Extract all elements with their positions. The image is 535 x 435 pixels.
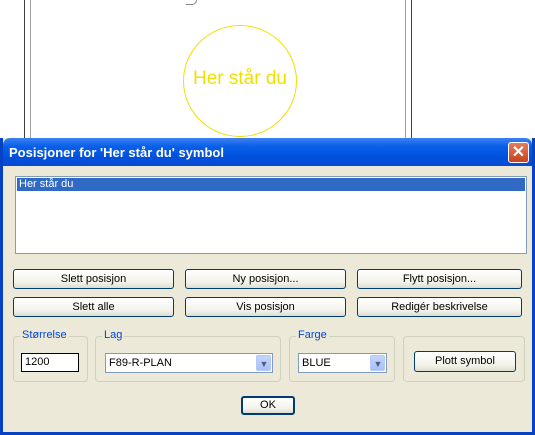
color-select-value: BLUE: [302, 357, 331, 369]
dialog-titlebar[interactable]: Posisjoner for 'Her står du' symbol ✕: [3, 138, 532, 166]
color-dropdown-button[interactable]: ▼: [370, 355, 385, 371]
dialog-title: Posisjoner for 'Her står du' symbol: [9, 145, 224, 160]
plot-symbol-button[interactable]: Plott symbol: [414, 351, 516, 372]
close-button[interactable]: ✕: [508, 142, 529, 163]
show-position-button[interactable]: Vis posisjon: [185, 297, 346, 317]
positions-dialog: Posisjoner for 'Her står du' symbol ✕ He…: [0, 138, 535, 435]
edit-description-button[interactable]: Redigér beskrivelse: [357, 297, 522, 317]
color-select[interactable]: BLUE ▼: [298, 353, 387, 373]
color-group: Farge BLUE ▼: [289, 329, 395, 382]
size-group-label: Størrelse: [20, 329, 69, 341]
chevron-down-icon: ▼: [259, 359, 269, 369]
layer-select-value: F89-R-PLAN: [109, 357, 172, 369]
chevron-down-icon: ▼: [373, 359, 383, 369]
layer-dropdown-button[interactable]: ▼: [256, 355, 271, 371]
close-icon: ✕: [511, 144, 526, 161]
color-group-label: Farge: [296, 329, 329, 341]
size-group: Størrelse 1200: [13, 329, 88, 382]
layer-group: Lag F89-R-PLAN ▼: [95, 329, 281, 382]
plot-group: Plott symbol: [403, 336, 525, 382]
size-input[interactable]: 1200: [21, 353, 79, 372]
delete-position-button[interactable]: Slett posisjon: [13, 269, 174, 289]
delete-all-button[interactable]: Slett alle: [13, 297, 174, 317]
ok-button[interactable]: OK: [241, 396, 295, 415]
new-position-button[interactable]: Ny posisjon...: [185, 269, 346, 289]
positions-list[interactable]: Her står du: [15, 176, 527, 254]
layer-group-label: Lag: [102, 329, 125, 341]
layer-select[interactable]: F89-R-PLAN ▼: [105, 353, 273, 373]
symbol-label: Her står du: [193, 68, 287, 89]
list-item[interactable]: Her står du: [17, 178, 525, 191]
move-position-button[interactable]: Flytt posisjon...: [357, 269, 522, 289]
